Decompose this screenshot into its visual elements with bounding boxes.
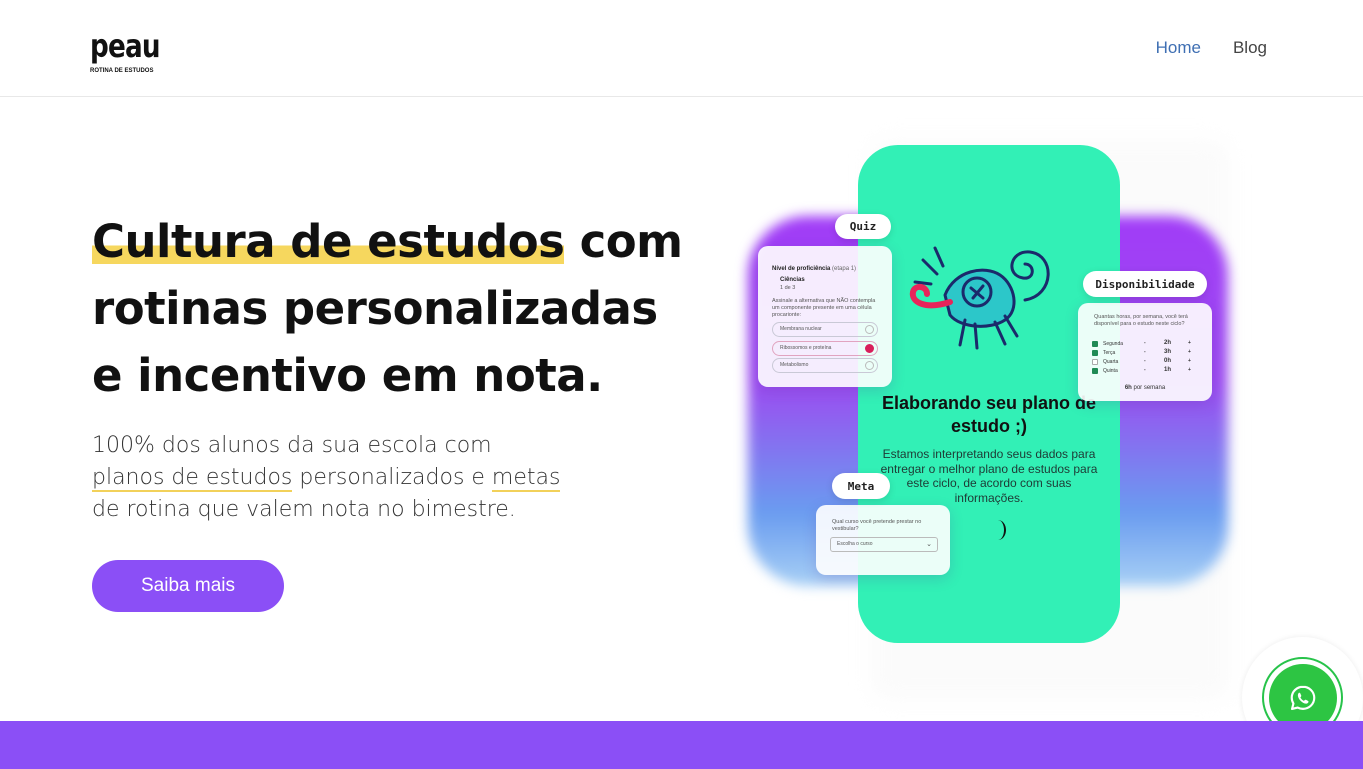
quiz-option-label: Metabolismo (780, 362, 809, 368)
availability-hours: 0h (1164, 358, 1172, 364)
checkbox-checked-icon[interactable] (1092, 341, 1098, 347)
saiba-mais-button[interactable]: Saiba mais (92, 560, 284, 612)
quiz-option-label: Membrana nuclear (780, 326, 822, 332)
quiz-option-label: Ribossomos e proteína (780, 345, 832, 351)
headline-line-2: rotinas personalizadas (92, 282, 658, 335)
radio-icon (865, 361, 874, 370)
meta-question: Qual curso você pretende prestar no vest… (832, 519, 922, 532)
availability-row: Segunda - 2h + (1092, 340, 1200, 349)
increment-button[interactable]: + (1188, 340, 1191, 346)
checkbox-checked-icon[interactable] (1092, 350, 1098, 356)
subtitle-part-3: de rotina que valem nota no bimestre. (92, 497, 516, 522)
subtitle-link-metas: metas (491, 465, 561, 492)
quiz-option[interactable]: Metabolismo (772, 358, 878, 373)
disponibilidade-card: Quantas horas, por semana, você terá dis… (1078, 303, 1212, 401)
availability-total-value: 6h (1124, 385, 1132, 391)
phone-description: Estamos interpretando seus dados para en… (880, 447, 1098, 505)
course-select[interactable]: Escolha o curso ⌄ (830, 537, 938, 552)
peau-logo[interactable]: peau ROTINA DE ESTUDOS (90, 22, 161, 78)
hero-headline: Cultura de estudos com rotinas personali… (92, 208, 692, 409)
logo-subtitle: ROTINA DE ESTUDOS (90, 68, 154, 74)
quiz-option-selected[interactable]: Ribossomos e proteína (772, 341, 878, 356)
quiz-card: Nível de proficiência (etapa 1) Ciências… (758, 246, 892, 387)
decrement-button[interactable]: - (1144, 367, 1146, 373)
disponibilidade-question: Quantas horas, por semana, você terá dis… (1094, 314, 1188, 327)
decrement-button[interactable]: - (1144, 349, 1146, 355)
quiz-subject: Ciências (780, 277, 805, 283)
availability-hours: 2h (1164, 340, 1172, 346)
availability-day: Quarta (1103, 359, 1119, 365)
availability-total-suffix: por semana (1131, 385, 1166, 391)
headline-line-3: e incentivo em nota. (92, 349, 603, 402)
subtitle-part-2: personalizados e (292, 465, 492, 490)
increment-button[interactable]: + (1188, 349, 1191, 355)
availability-day: Terça (1103, 350, 1116, 356)
quiz-option[interactable]: Membrana nuclear (772, 322, 878, 337)
whatsapp-icon (1290, 685, 1315, 710)
course-select-placeholder: Escolha o curso (837, 541, 873, 547)
subtitle-link-planos: planos de estudos (92, 465, 293, 492)
disponibilidade-pill: Disponibilidade (1083, 271, 1207, 297)
quiz-level-stage: (etapa 1) (832, 266, 857, 272)
site-header: peau ROTINA DE ESTUDOS Home Blog (0, 0, 1363, 97)
availability-row: Quinta - 1h + (1092, 367, 1200, 376)
meta-card: Qual curso você pretende prestar no vest… (816, 505, 950, 575)
availability-hours: 1h (1164, 367, 1172, 373)
quiz-level-line: Nível de proficiência (etapa 1) (772, 266, 856, 272)
loading-spinner-icon (990, 520, 1006, 540)
quiz-question: Assinale a alternativa que NÃO contempla… (772, 298, 876, 318)
hero-subtitle: 100% dos alunos da sua escola com planos… (92, 430, 612, 526)
subtitle-part-1: 100% dos alunos da sua escola com (92, 433, 492, 458)
quiz-pill: Quiz (835, 214, 891, 239)
footer-purple-band (0, 721, 1363, 769)
headline-rest: com (564, 215, 684, 268)
radio-selected-icon (865, 344, 874, 353)
quiz-page: 1 de 3 (780, 285, 796, 291)
main-nav: Home Blog (1156, 38, 1267, 58)
nav-blog-link[interactable]: Blog (1233, 38, 1267, 58)
increment-button[interactable]: + (1188, 367, 1191, 373)
checkbox-checked-icon[interactable] (1092, 368, 1098, 374)
availability-total: 6h por semana (1078, 385, 1212, 391)
checkbox-unchecked-icon[interactable] (1092, 359, 1098, 365)
logo-wordmark: peau (90, 27, 161, 65)
availability-day: Segunda (1103, 341, 1124, 347)
radio-icon (865, 325, 874, 334)
availability-hours: 3h (1164, 349, 1172, 355)
chevron-down-icon: ⌄ (926, 541, 932, 548)
availability-row: Quarta - 0h + (1092, 358, 1200, 367)
nav-home-link[interactable]: Home (1156, 38, 1201, 58)
increment-button[interactable]: + (1188, 358, 1191, 364)
headline-highlight: Cultura de estudos (92, 215, 565, 268)
decrement-button[interactable]: - (1144, 358, 1146, 364)
availability-day: Quinta (1103, 368, 1118, 374)
chameleon-illustration (909, 246, 1050, 350)
phone-title: Elaborando seu plano de estudo ;) (881, 393, 1097, 436)
availability-row: Terça - 3h + (1092, 349, 1200, 358)
quiz-level-label: Nível de proficiência (772, 266, 831, 272)
decrement-button[interactable]: - (1144, 340, 1146, 346)
meta-pill: Meta (832, 473, 890, 499)
